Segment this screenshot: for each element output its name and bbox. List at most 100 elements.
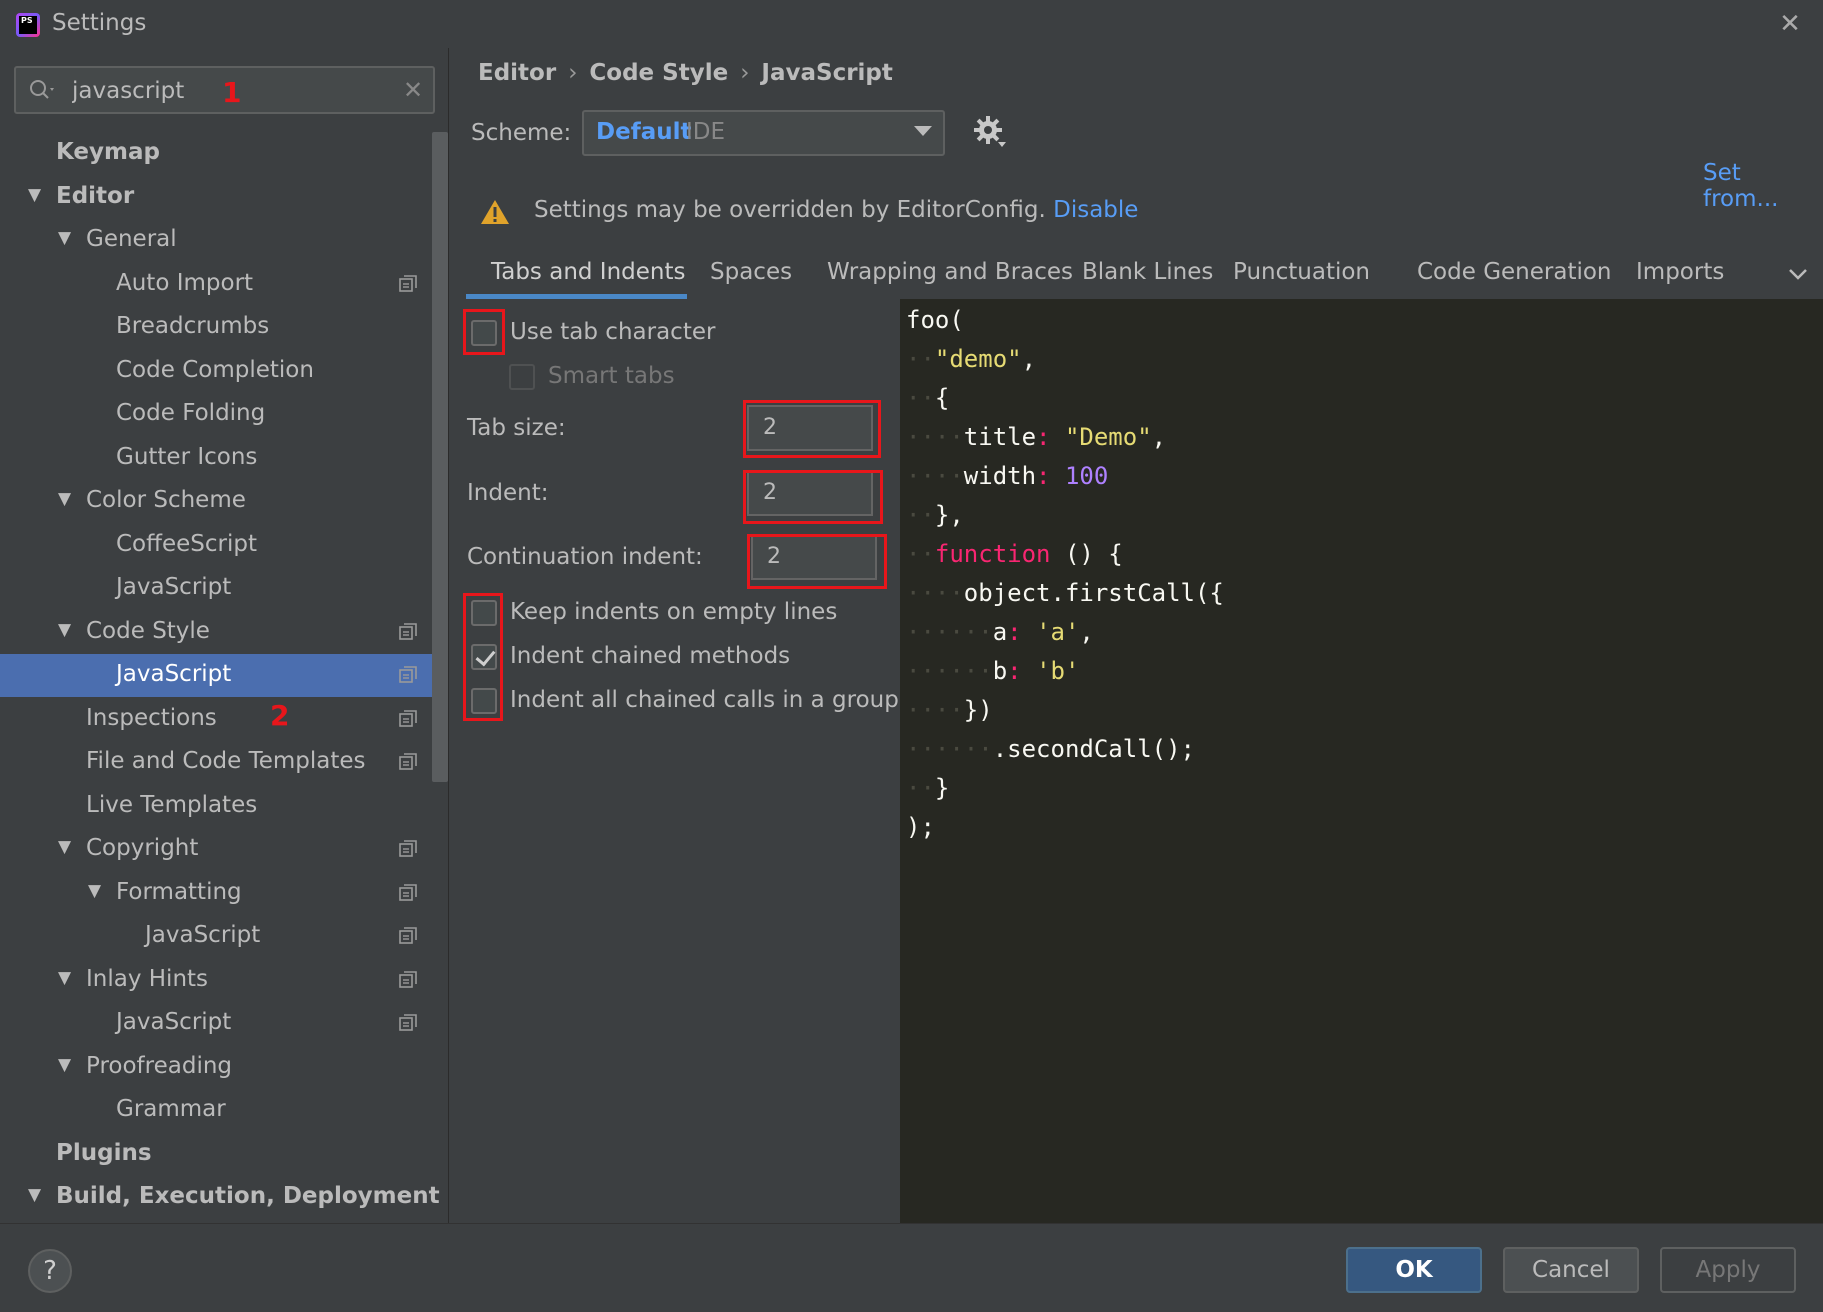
- smart-tabs-label: Smart tabs: [548, 363, 675, 389]
- cancel-button[interactable]: Cancel: [1503, 1247, 1639, 1293]
- sidebar-item-javascript[interactable]: JavaScript: [0, 654, 448, 697]
- expand-arrow-icon[interactable]: ▼: [28, 1186, 46, 1204]
- settings-sidebar: ✕ 1 Keymap ▼ Editor ▼ General Auto Import Brea…: [0, 48, 449, 1223]
- breadcrumb-item-code-style[interactable]: Code Style: [589, 60, 728, 86]
- sidebar-item-keymap[interactable]: Keymap: [0, 132, 448, 175]
- expand-arrow-icon[interactable]: ▼: [88, 882, 106, 900]
- highlight-box: [463, 309, 505, 355]
- code-line: ··"demo",: [906, 345, 1037, 373]
- ok-button[interactable]: OK: [1346, 1247, 1482, 1293]
- sidebar-item-label: General: [86, 226, 177, 252]
- breadcrumb: Editor › Code Style › JavaScript: [478, 60, 893, 86]
- phpstorm-app-icon: PS: [16, 13, 40, 37]
- apply-button[interactable]: Apply: [1660, 1247, 1796, 1293]
- sidebar-item-gutter-icons[interactable]: Gutter Icons: [0, 437, 448, 480]
- sidebar-item-label: Code Folding: [116, 400, 266, 426]
- project-settings-icon: [399, 883, 417, 901]
- sidebar-item-javascript[interactable]: JavaScript: [0, 915, 448, 958]
- sidebar-item-label: Proofreading: [86, 1052, 233, 1079]
- tab-imports[interactable]: Imports: [1636, 259, 1724, 285]
- scheme-label: Scheme:: [471, 120, 572, 146]
- sidebar-item-formatting[interactable]: ▼ Formatting: [0, 872, 448, 915]
- highlight-box: [743, 400, 881, 458]
- warning-text: Settings may be overridden by EditorConf…: [534, 197, 1046, 223]
- sidebar-item-label: Code Style: [86, 617, 210, 644]
- sidebar-item-javascript[interactable]: JavaScript: [0, 1002, 448, 1045]
- sidebar-item-label: Formatting: [116, 878, 242, 905]
- expand-arrow-icon[interactable]: ▼: [58, 969, 76, 987]
- clear-search-icon[interactable]: ✕: [398, 74, 428, 106]
- tab-tabs-and-indents[interactable]: Tabs and Indents: [491, 259, 686, 285]
- sidebar-item-label: File and Code Templates: [86, 748, 366, 774]
- tab-punctuation[interactable]: Punctuation: [1233, 259, 1370, 285]
- tabs-and-indents-options: Use tab character Smart tabs Tab size: 2…: [450, 299, 900, 1223]
- sidebar-scrollbar[interactable]: [432, 132, 448, 782]
- sidebar-item-inspections[interactable]: Inspections: [0, 698, 448, 741]
- expand-arrow-icon[interactable]: ▼: [58, 621, 76, 639]
- highlight-box: [747, 534, 887, 589]
- project-settings-icon: [399, 927, 417, 944]
- breadcrumb-item-editor[interactable]: Editor: [478, 60, 556, 86]
- sidebar-item-breadcrumbs[interactable]: Breadcrumbs: [0, 306, 448, 349]
- chevron-down-icon[interactable]: [1786, 262, 1810, 286]
- project-settings-icon: [399, 753, 417, 770]
- sidebar-item-label: Auto Import: [116, 269, 254, 296]
- sidebar-item-live-templates[interactable]: Live Templates: [0, 785, 448, 828]
- sidebar-item-code-folding[interactable]: Code Folding: [0, 393, 448, 436]
- code-line: ··}: [906, 774, 950, 802]
- expand-arrow-icon[interactable]: ▼: [28, 186, 46, 204]
- expand-arrow-icon[interactable]: ▼: [58, 1056, 76, 1074]
- sidebar-item-proofreading[interactable]: ▼ Proofreading: [0, 1046, 448, 1089]
- sidebar-item-label: Code Completion: [116, 356, 314, 383]
- tab-blank-lines[interactable]: Blank Lines: [1082, 259, 1213, 285]
- smart-tabs-checkbox[interactable]: [509, 364, 535, 390]
- sidebar-item-auto-import[interactable]: Auto Import: [0, 263, 448, 306]
- set-from-link[interactable]: Set from...: [1703, 160, 1823, 212]
- sidebar-item-label: Inspections: [86, 704, 217, 731]
- sidebar-item-code-completion[interactable]: Code Completion: [0, 350, 448, 393]
- sidebar-item-file-and-code-templates[interactable]: File and Code Templates: [0, 741, 448, 784]
- sidebar-item-label: Live Templates: [86, 791, 258, 818]
- close-icon[interactable]: ✕: [1774, 8, 1806, 40]
- sidebar-item-general[interactable]: ▼ General: [0, 219, 448, 262]
- sidebar-item-grammar[interactable]: Grammar: [0, 1089, 448, 1132]
- disable-editorconfig-link[interactable]: Disable: [1053, 197, 1138, 223]
- tab-code-generation[interactable]: Code Generation: [1417, 259, 1612, 285]
- project-settings-icon: [399, 622, 417, 640]
- tab-wrapping-and-braces[interactable]: Wrapping and Braces: [827, 259, 1073, 285]
- sidebar-item-code-style[interactable]: ▼ Code Style: [0, 611, 448, 654]
- tab-spaces[interactable]: Spaces: [710, 259, 792, 285]
- editorconfig-warning: Settings may be overridden by EditorConf…: [534, 197, 1138, 223]
- expand-arrow-icon[interactable]: ▼: [58, 838, 76, 856]
- warning-icon: [481, 200, 509, 224]
- code-line: ····width: 100: [906, 462, 1109, 490]
- sidebar-item-editor[interactable]: ▼ Editor: [0, 176, 448, 219]
- gear-icon[interactable]: [972, 114, 1008, 150]
- code-line: ······.secondCall();: [906, 735, 1195, 763]
- sidebar-item-coffeescript[interactable]: CoffeeScript: [0, 524, 448, 567]
- sidebar-item-plugins[interactable]: Plugins: [0, 1133, 448, 1176]
- search-icon[interactable]: [28, 78, 58, 102]
- project-settings-icon: [399, 666, 417, 683]
- help-button[interactable]: ?: [28, 1249, 72, 1293]
- sidebar-item-javascript[interactable]: JavaScript: [0, 567, 448, 610]
- chevron-down-icon: [914, 126, 932, 136]
- sidebar-item-color-scheme[interactable]: ▼ Color Scheme: [0, 480, 448, 523]
- code-line: foo(: [906, 306, 964, 334]
- indent-all-chained-calls-label: Indent all chained calls in a group: [510, 687, 899, 713]
- sidebar-item-inlay-hints[interactable]: ▼ Inlay Hints: [0, 959, 448, 1002]
- sidebar-item-copyright[interactable]: ▼ Copyright: [0, 828, 448, 871]
- sidebar-item-label: Inlay Hints: [86, 965, 209, 992]
- sidebar-item-build-execution-deployment[interactable]: ▼ Build, Execution, Deployment: [0, 1176, 448, 1219]
- code-line: );: [906, 813, 935, 841]
- annotation-marker-1: 1: [222, 76, 242, 109]
- expand-arrow-icon[interactable]: ▼: [58, 490, 76, 508]
- sidebar-item-label: Build, Execution, Deployment: [56, 1183, 440, 1209]
- scheme-dropdown[interactable]: Default IDE: [582, 110, 945, 156]
- code-line: ····}): [906, 696, 993, 724]
- sidebar-item-label: Grammar: [116, 1096, 226, 1122]
- tab-size-label: Tab size:: [467, 415, 566, 441]
- expand-arrow-icon[interactable]: ▼: [58, 229, 76, 247]
- project-settings-icon: [399, 274, 417, 292]
- code-preview: foo(··"demo", ··{····title: "Demo", ····wi…: [900, 299, 1823, 1223]
